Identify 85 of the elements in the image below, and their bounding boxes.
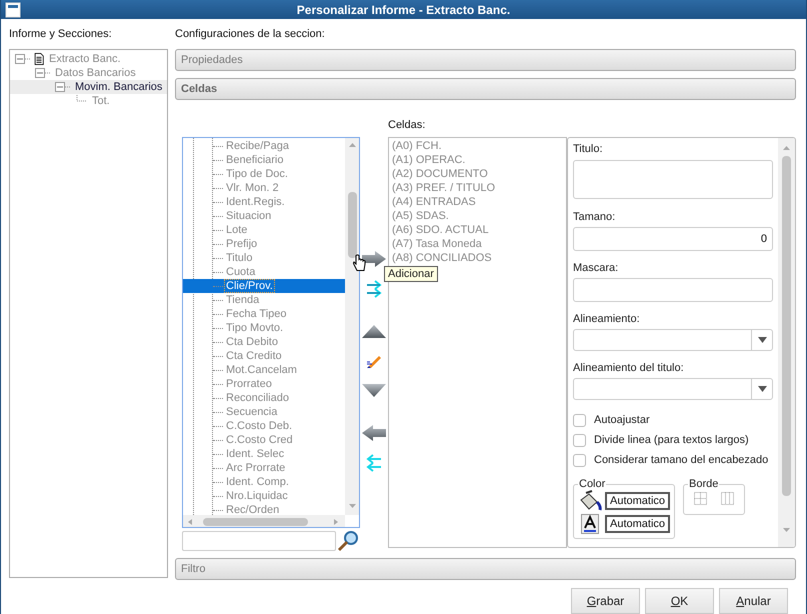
checkbox[interactable] bbox=[573, 414, 586, 426]
edit-pencil-button[interactable] bbox=[366, 353, 382, 369]
font-color-icon bbox=[578, 513, 602, 535]
field-item[interactable]: Recibe/Paga bbox=[225, 140, 290, 152]
dialog-button[interactable]: Anular bbox=[719, 588, 788, 614]
field-item[interactable]: Secuencia bbox=[225, 406, 278, 418]
dropdown-arrow-icon bbox=[758, 337, 766, 343]
field-item[interactable]: C.Costo Deb. bbox=[225, 420, 294, 432]
field-label: Alineamiento del titulo: bbox=[573, 361, 685, 376]
panel-label: Informe y Secciones: bbox=[9, 27, 113, 41]
field-item[interactable]: Tienda bbox=[225, 294, 260, 306]
border-grid-icon bbox=[694, 492, 708, 505]
field-item[interactable]: Arc Prorrate bbox=[225, 462, 286, 474]
tree-item[interactable]: Extracto Banc. bbox=[47, 53, 123, 65]
field-item[interactable]: Cuota bbox=[225, 266, 256, 278]
field-label: Mascara: bbox=[573, 261, 620, 276]
field-item[interactable]: Lote bbox=[225, 224, 248, 236]
section-header[interactable]: Celdas bbox=[175, 78, 796, 100]
field-item[interactable]: Prorrateo bbox=[225, 378, 273, 390]
field-label: Alineamiento: bbox=[573, 312, 641, 327]
field-item[interactable]: Prefijo bbox=[225, 238, 258, 250]
panel-label: Configuraciones de la seccion: bbox=[175, 27, 326, 41]
field-item[interactable]: Beneficiario bbox=[225, 154, 284, 166]
cell-item[interactable]: (A1) OPERAC. bbox=[392, 153, 563, 167]
tree-item[interactable]: Tot. bbox=[90, 95, 112, 107]
collapse-icon[interactable] bbox=[14, 53, 31, 65]
field-item[interactable]: Situacion bbox=[225, 210, 272, 222]
field-item[interactable]: Fecha Tipeo bbox=[225, 308, 288, 320]
field-item[interactable]: Cta Debito bbox=[225, 336, 279, 348]
field-item[interactable]: Vlr. Mon. 2 bbox=[225, 182, 280, 194]
field-item[interactable]: Rec/Orden bbox=[225, 504, 280, 515]
search-icon bbox=[336, 530, 360, 552]
field-label: Titulo: bbox=[573, 142, 604, 157]
dialog-button[interactable]: Grabar bbox=[571, 588, 640, 614]
cell-item[interactable]: (A6) SDO. ACTUAL bbox=[392, 223, 563, 237]
field-item[interactable]: Tipo de Doc. bbox=[225, 168, 289, 180]
background-color-button[interactable]: Automatico bbox=[605, 492, 670, 510]
cell-item[interactable]: (A5) SDAS. bbox=[392, 209, 563, 223]
field-item[interactable]: Mot.Cancelam bbox=[225, 364, 298, 376]
checkbox[interactable] bbox=[573, 454, 586, 466]
mask-input[interactable] bbox=[573, 278, 773, 302]
checkbox[interactable] bbox=[573, 434, 586, 446]
field-item[interactable]: C.Costo Cred bbox=[225, 434, 294, 446]
field-item[interactable]: Titulo bbox=[225, 252, 254, 264]
document-icon bbox=[33, 53, 45, 65]
tree-item[interactable]: Datos Bancarios bbox=[53, 67, 138, 79]
move-down-button[interactable] bbox=[361, 383, 387, 398]
field-item[interactable]: Nro.Liquidac bbox=[225, 490, 289, 502]
checkbox-label: Divide linea (para textos largos) bbox=[594, 434, 749, 446]
field-item[interactable]: Ident. Comp. bbox=[225, 476, 290, 488]
field-item[interactable]: Ident.Regis. bbox=[225, 196, 286, 208]
section-header[interactable]: Filtro bbox=[175, 558, 796, 580]
field-item[interactable]: Cta Credito bbox=[225, 350, 283, 362]
tooltip: Adicionar bbox=[384, 266, 438, 282]
cell-item[interactable]: (A0) FCH. bbox=[392, 139, 563, 153]
color-group: Color Automatico Automatico bbox=[573, 478, 676, 539]
cell-item[interactable]: (A4) ENTRADAS bbox=[392, 195, 563, 209]
checkbox-label: Autoajustar bbox=[594, 414, 650, 426]
field-item[interactable]: Reconciliado bbox=[225, 392, 290, 404]
field-label: Tamano: bbox=[573, 210, 616, 225]
checkbox-label: Considerar tamano del encabezado bbox=[594, 454, 768, 466]
tree-row-highlight[interactable]: Movim. Bancarios bbox=[10, 80, 167, 94]
remove-arrow-button[interactable] bbox=[361, 424, 387, 442]
paint-bucket-icon bbox=[578, 490, 602, 512]
move-up-button[interactable] bbox=[361, 324, 387, 339]
font-color-button[interactable]: Automatico bbox=[605, 515, 670, 533]
window-title: Personalizar Informe - Extracto Banc. bbox=[296, 2, 512, 16]
section-header[interactable]: Propiedades bbox=[175, 49, 796, 71]
cell-item[interactable]: (A8) CONCILIADOS bbox=[392, 251, 563, 265]
selected-row-highlight[interactable]: Clie/Prov. bbox=[183, 279, 345, 293]
cells-label: Celdas: bbox=[388, 118, 426, 132]
dropdown-arrow-icon bbox=[758, 386, 766, 392]
add-all-button[interactable] bbox=[365, 280, 383, 298]
dialog-button[interactable]: OK bbox=[645, 588, 714, 614]
search-field[interactable] bbox=[182, 531, 336, 551]
collapse-icon[interactable] bbox=[54, 81, 71, 93]
field-item[interactable]: Tipo Movto. bbox=[225, 322, 284, 334]
size-input[interactable]: 0 bbox=[573, 227, 773, 251]
collapse-icon[interactable] bbox=[34, 67, 51, 79]
field-item[interactable]: Ident. Selec bbox=[225, 448, 286, 460]
border-group: Borde bbox=[683, 478, 746, 515]
border-outline-icon bbox=[721, 492, 734, 505]
cell-item[interactable]: (A7) Tasa Moneda bbox=[392, 237, 563, 251]
cell-item[interactable]: (A3) PREF. / TITULO bbox=[392, 181, 563, 195]
cell-item[interactable]: (A2) DOCUMENTO bbox=[392, 167, 563, 181]
